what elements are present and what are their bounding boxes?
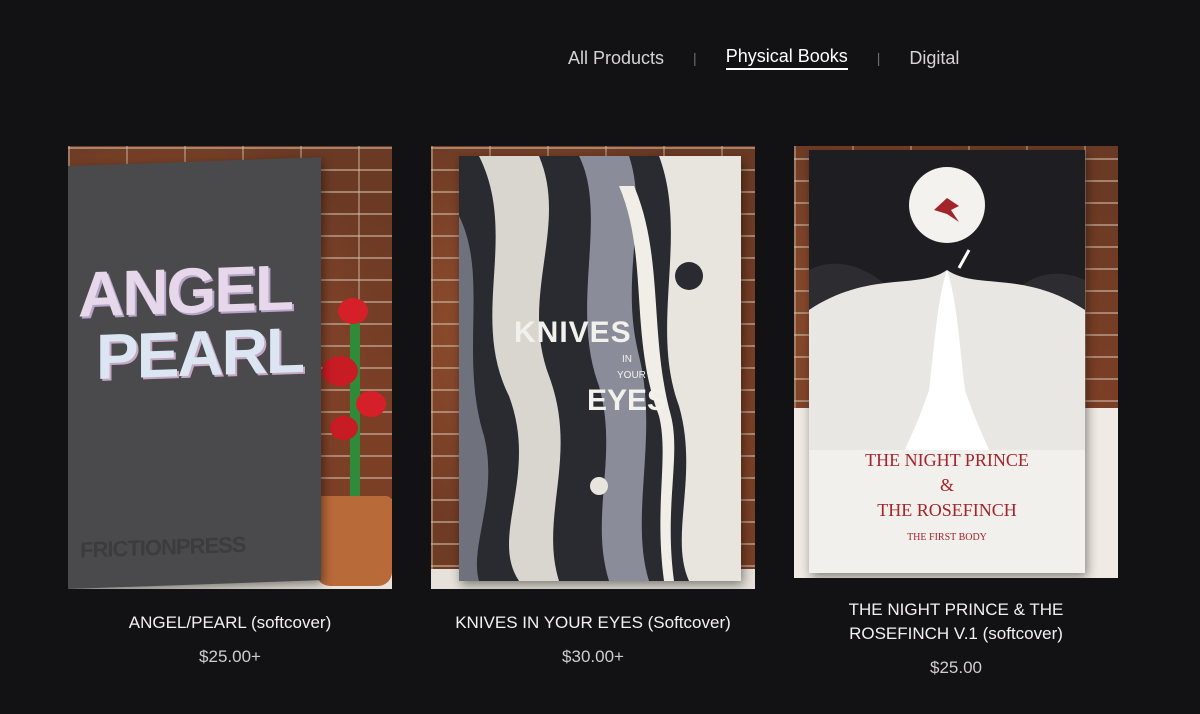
cover-title-line3: THE ROSEFINCH bbox=[877, 500, 1017, 520]
nav-separator: | bbox=[693, 50, 697, 66]
product-title[interactable]: THE NIGHT PRINCE & THE ROSEFINCH V.1 (so… bbox=[794, 598, 1118, 646]
cover-subtitle: THE FIRST BODY bbox=[907, 532, 987, 543]
cover-art-waves bbox=[459, 156, 741, 581]
product-image-knives[interactable]: KNIVES IN YOUR EYES bbox=[431, 146, 755, 589]
product-price: $25.00 bbox=[930, 658, 982, 677]
cover-title-amp: & bbox=[939, 475, 954, 495]
cover-title-eyes: EYES bbox=[587, 384, 668, 417]
book-cover-night-prince: THE NIGHT PRINCE & THE ROSEFINCH THE FIR… bbox=[809, 150, 1085, 573]
book-cover-knives: KNIVES IN YOUR EYES bbox=[459, 156, 741, 581]
nav-physical-books[interactable]: Physical Books bbox=[725, 46, 848, 70]
product-card-knives[interactable]: KNIVES IN YOUR EYES KNIVES IN YOUR EYES … bbox=[431, 146, 755, 667]
product-image-night-prince[interactable]: THE NIGHT PRINCE & THE ROSEFINCH THE FIR… bbox=[794, 146, 1118, 578]
cover-title-knives: KNIVES bbox=[514, 316, 632, 349]
product-card-angel-pearl[interactable]: ANGEL PEARL FRICTIONPRESS ANGEL/PEARL (s… bbox=[68, 146, 392, 667]
product-price: $30.00+ bbox=[562, 647, 624, 666]
category-nav: All Products | Physical Books | Digital bbox=[568, 46, 959, 70]
cover-title-in: IN bbox=[622, 354, 632, 365]
cover-publisher: FRICTIONPRESS bbox=[80, 531, 246, 563]
cover-title-your: YOUR bbox=[617, 370, 646, 381]
nav-all-products[interactable]: All Products bbox=[568, 48, 664, 69]
product-price: $25.00+ bbox=[199, 647, 261, 666]
product-title[interactable]: KNIVES IN YOUR EYES (Softcover) bbox=[431, 611, 755, 635]
product-title[interactable]: ANGEL/PEARL (softcover) bbox=[68, 611, 392, 635]
product-card-night-prince[interactable]: THE NIGHT PRINCE & THE ROSEFINCH THE FIR… bbox=[794, 146, 1118, 678]
product-title-line2: ROSEFINCH V.1 (softcover) bbox=[849, 624, 1063, 643]
flower-decoration bbox=[316, 296, 392, 586]
product-image-angel-pearl[interactable]: ANGEL PEARL FRICTIONPRESS bbox=[68, 146, 392, 589]
nav-digital[interactable]: Digital bbox=[909, 48, 959, 69]
cover-title-line2: PEARL bbox=[96, 313, 303, 394]
cover-title-line1: THE NIGHT PRINCE bbox=[865, 450, 1029, 470]
nav-separator: | bbox=[876, 50, 881, 66]
product-title-line1: THE NIGHT PRINCE & THE bbox=[848, 600, 1064, 619]
book-cover-angel-pearl: ANGEL PEARL FRICTIONPRESS bbox=[68, 157, 321, 589]
